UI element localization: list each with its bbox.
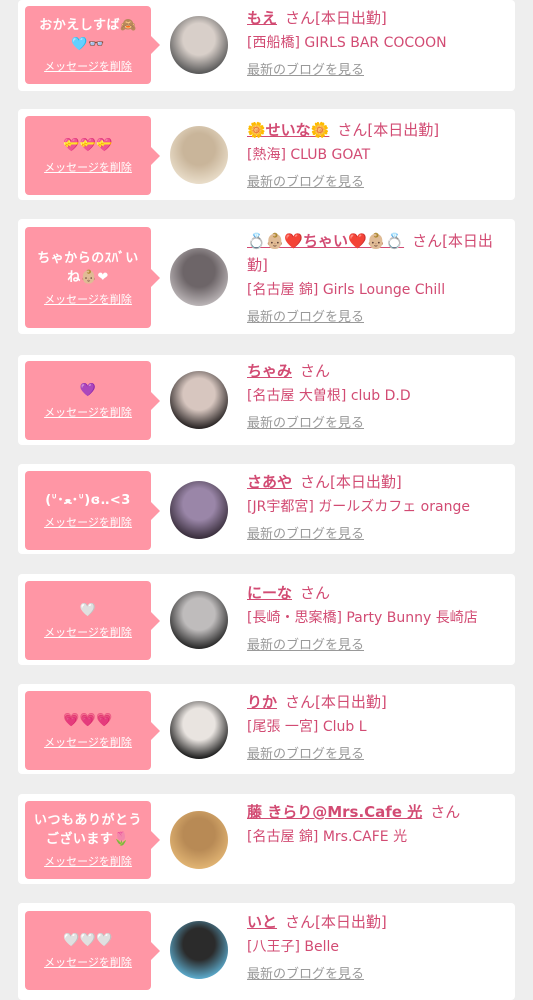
delete-message-link[interactable]: メッセージを削除	[44, 161, 132, 175]
work-status: さん[本日出勤]	[337, 121, 440, 139]
shop-name: [名古屋 錦] Mrs.CAFE 光	[247, 829, 408, 845]
cast-name-link[interactable]: もえ	[247, 9, 277, 27]
latest-blog-link[interactable]: 最新のブログを見る	[247, 964, 364, 986]
cast-name-link[interactable]: にーな	[247, 584, 292, 602]
name-line: ちゃみ さん	[247, 359, 509, 383]
message-text: おかえしすば🙈 🩵👓	[39, 18, 137, 52]
message-card: 🤍 メッセージを削除 にーな さん [長崎・思案橋] Party Bunny 長崎店最新…	[18, 574, 515, 665]
message-card: ちゃからのｽﾊﾞい ね👶🏼❤ メッセージを削除 💍👶🏼❤️ちゃい❤️👶🏼💍 さん[本日…	[18, 219, 515, 334]
message-text: 💜	[79, 383, 97, 398]
message-text: 🤍🤍🤍	[62, 933, 114, 948]
message-bubble: いつもありがとう ございます🌷 メッセージを削除	[25, 801, 160, 879]
delete-message-link[interactable]: メッセージを削除	[44, 293, 132, 307]
delete-message-link[interactable]: メッセージを削除	[44, 516, 132, 530]
cast-name-link[interactable]: 藤 きらり@Mrs.Cafe 光	[247, 803, 422, 821]
message-bubble: 🤍🤍🤍 メッセージを削除	[25, 911, 160, 990]
avatar[interactable]	[170, 591, 228, 649]
profile-info: さあや さん[本日出勤] [JR宇都宮] ガールズカフェ orange 最新のブログを…	[247, 470, 509, 546]
cast-name-link[interactable]: 🌼せいな🌼	[247, 121, 329, 139]
profile-info: いと さん[本日出勤] [八王子] Belle 最新のブログを見る	[247, 910, 509, 986]
shop-name: [名古屋 錦] Girls Lounge Chill	[247, 282, 446, 298]
latest-blog-link[interactable]: 最新のブログを見る	[247, 524, 364, 546]
latest-blog-link[interactable]: 最新のブログを見る	[247, 635, 364, 657]
profile-info: りか さん[本日出勤] [尾張 一宮] Club L 最新のブログを見る	[247, 690, 509, 766]
cast-name-link[interactable]: りか	[247, 693, 277, 711]
avatar[interactable]	[170, 921, 228, 979]
cast-name-link[interactable]: いと	[247, 913, 277, 931]
message-bubble: おかえしすば🙈 🩵👓 メッセージを削除	[25, 6, 160, 84]
avatar[interactable]	[170, 16, 228, 74]
delete-message-link[interactable]: メッセージを削除	[44, 855, 132, 869]
name-line: 藤 きらり@Mrs.Cafe 光さん	[247, 800, 509, 824]
latest-blog-link[interactable]: 最新のブログを見る	[247, 172, 364, 194]
delete-message-link[interactable]: メッセージを削除	[44, 626, 132, 640]
message-text: いつもありがとう ございます🌷	[33, 813, 142, 847]
message-bubble: 💜 メッセージを削除	[25, 361, 160, 440]
avatar[interactable]	[170, 248, 228, 306]
work-status: さん	[300, 362, 331, 380]
message-bubble: 💝💝💝 メッセージを削除	[25, 116, 160, 195]
latest-blog-link[interactable]: 最新のブログを見る	[247, 413, 364, 435]
work-status: さん[本日出勤]	[285, 9, 387, 27]
profile-info: もえ さん[本日出勤] [西船橋] GIRLS BAR COCOON 最新のブログを見…	[247, 6, 509, 82]
shop-name: [西船橋] GIRLS BAR COCOON	[247, 35, 447, 51]
name-line: さあや さん[本日出勤]	[247, 470, 509, 494]
shop-name: [名古屋 大曽根] club D.D	[247, 388, 411, 404]
name-line: もえ さん[本日出勤]	[247, 6, 509, 30]
name-line: にーな さん	[247, 581, 509, 605]
avatar[interactable]	[170, 371, 228, 429]
message-text: 🤍	[79, 603, 97, 618]
message-text: ちゃからのｽﾊﾞい ね👶🏼❤	[37, 250, 139, 285]
latest-blog-link[interactable]: 最新のブログを見る	[247, 744, 364, 766]
delete-message-link[interactable]: メッセージを削除	[44, 406, 132, 420]
profile-info: 藤 きらり@Mrs.Cafe 光さん [名古屋 錦] Mrs.CAFE 光	[247, 800, 509, 848]
message-card: いつもありがとう ございます🌷 メッセージを削除 藤 きらり@Mrs.Cafe 光さ…	[18, 794, 515, 884]
avatar[interactable]	[170, 811, 228, 869]
work-status: さん[本日出勤]	[300, 473, 402, 491]
message-text: (ᐡ･ﻌ･ᐡ)ɞ‥<3	[45, 493, 131, 508]
profile-info: 💍👶🏼❤️ちゃい❤️👶🏼💍 さん[本日出勤] [名古屋 錦] Girls Loung…	[247, 229, 509, 329]
name-line: いと さん[本日出勤]	[247, 910, 509, 934]
delete-message-link[interactable]: メッセージを削除	[44, 956, 132, 970]
shop-name: [八王子] Belle	[247, 939, 339, 955]
message-card: 💝💝💝 メッセージを削除 🌼せいな🌼 さん[本日出勤] [熱海] CLUB GOAT 最新…	[18, 109, 515, 200]
message-bubble: ちゃからのｽﾊﾞい ね👶🏼❤ メッセージを削除	[25, 227, 160, 328]
profile-info: にーな さん [長崎・思案橋] Party Bunny 長崎店最新のブログを見る	[247, 581, 509, 657]
message-card: 💗💗💗 メッセージを削除 りか さん[本日出勤] [尾張 一宮] Club L 最新のブロ…	[18, 684, 515, 774]
profile-info: ちゃみ さん [名古屋 大曽根] club D.D 最新のブログを見る	[247, 359, 509, 435]
shop-name: [JR宇都宮] ガールズカフェ orange	[247, 499, 470, 515]
avatar[interactable]	[170, 481, 228, 539]
message-text: 💗💗💗	[62, 713, 114, 728]
work-status: さん	[430, 803, 461, 821]
delete-message-link[interactable]: メッセージを削除	[44, 60, 132, 74]
name-line: 💍👶🏼❤️ちゃい❤️👶🏼💍 さん[本日出勤]	[247, 229, 509, 277]
latest-blog-link[interactable]: 最新のブログを見る	[247, 60, 364, 82]
message-card: 💜 メッセージを削除 ちゃみ さん [名古屋 大曽根] club D.D 最新のブログを見…	[18, 355, 515, 445]
work-status: さん	[300, 584, 331, 602]
latest-blog-link[interactable]: 最新のブログを見る	[247, 307, 364, 329]
avatar[interactable]	[170, 126, 228, 184]
delete-message-link[interactable]: メッセージを削除	[44, 736, 132, 750]
cast-name-link[interactable]: さあや	[247, 473, 292, 491]
name-line: りか さん[本日出勤]	[247, 690, 509, 714]
message-bubble: 💗💗💗 メッセージを削除	[25, 691, 160, 770]
message-bubble: 🤍 メッセージを削除	[25, 581, 160, 660]
cast-name-link[interactable]: ちゃみ	[247, 362, 292, 380]
profile-info: 🌼せいな🌼 さん[本日出勤] [熱海] CLUB GOAT 最新のブログを見る	[247, 118, 509, 194]
message-card: (ᐡ･ﻌ･ᐡ)ɞ‥<3 メッセージを削除 さあや さん[本日出勤] [JR宇都宮] ガー…	[18, 464, 515, 554]
shop-name: [熱海] CLUB GOAT	[247, 147, 371, 163]
shop-name: [長崎・思案橋] Party Bunny 長崎店	[247, 610, 478, 626]
work-status: さん[本日出勤]	[285, 693, 387, 711]
message-card: 🤍🤍🤍 メッセージを削除 いと さん[本日出勤] [八王子] Belle 最新のブログを見…	[18, 903, 515, 1000]
message-bubble: (ᐡ･ﻌ･ᐡ)ɞ‥<3 メッセージを削除	[25, 471, 160, 550]
avatar[interactable]	[170, 701, 228, 759]
work-status: さん[本日出勤]	[285, 913, 387, 931]
message-card: おかえしすば🙈 🩵👓 メッセージを削除 もえ さん[本日出勤] [西船橋] GIRLS …	[18, 0, 515, 91]
cast-name-link[interactable]: 💍👶🏼❤️ちゃい❤️👶🏼💍	[247, 232, 404, 250]
message-text: 💝💝💝	[62, 138, 114, 153]
name-line: 🌼せいな🌼 さん[本日出勤]	[247, 118, 509, 142]
shop-name: [尾張 一宮] Club L	[247, 719, 367, 735]
